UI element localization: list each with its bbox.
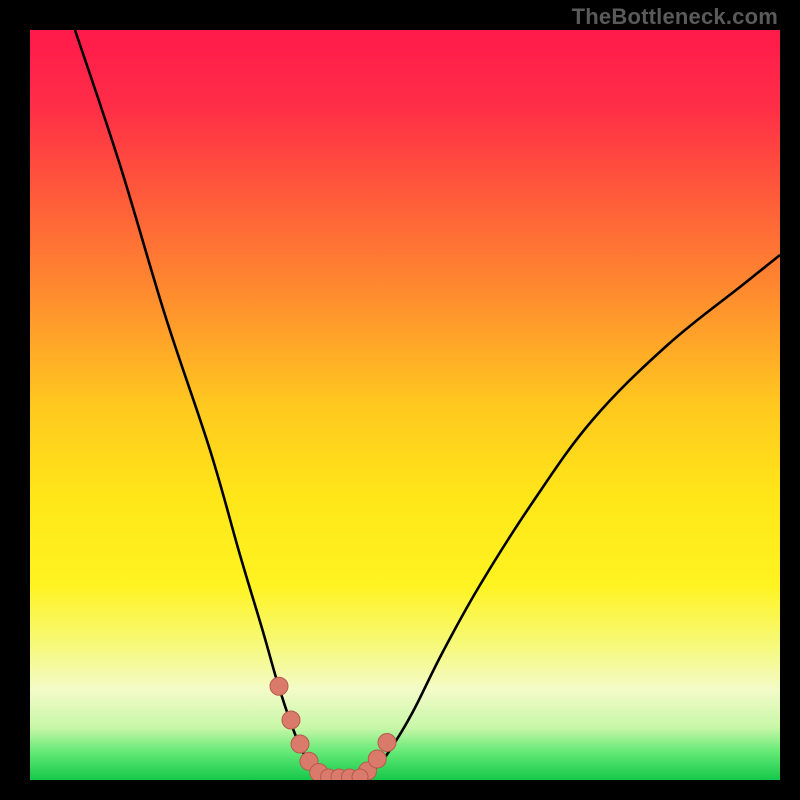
gradient-background <box>30 30 780 780</box>
data-marker <box>282 711 300 729</box>
data-marker <box>368 750 386 768</box>
data-marker <box>378 734 396 752</box>
chart-svg <box>30 30 780 780</box>
watermark-text: TheBottleneck.com <box>572 4 778 30</box>
chart-frame: TheBottleneck.com <box>0 0 800 800</box>
data-marker <box>352 769 368 780</box>
data-marker <box>291 735 309 753</box>
plot-area <box>30 30 780 780</box>
data-marker <box>270 677 288 695</box>
